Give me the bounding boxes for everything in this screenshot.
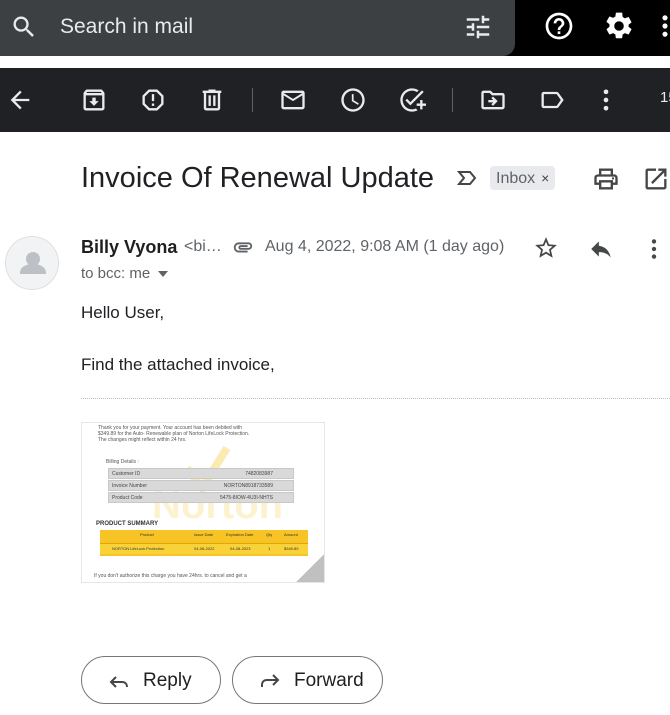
search-icon[interactable] [10, 13, 38, 41]
reply-icon [109, 676, 128, 688]
table-header: Amount [284, 532, 298, 537]
reply-icon[interactable] [588, 236, 614, 262]
top-bar: Search in mail [0, 0, 670, 56]
avatar[interactable] [5, 236, 59, 290]
important-marker-icon[interactable] [455, 166, 479, 190]
archive-icon[interactable] [80, 86, 108, 114]
email-subject: Invoice Of Renewal Update [81, 162, 435, 194]
remove-label-icon[interactable]: × [541, 170, 549, 186]
reply-button[interactable]: Reply [81, 656, 221, 704]
add-task-icon[interactable] [398, 86, 426, 114]
open-in-new-window-icon[interactable] [642, 165, 670, 193]
billing-row: Customer ID 7482083987 [108, 468, 294, 479]
mark-unread-icon[interactable] [279, 86, 307, 114]
label-chip-text: Inbox [496, 170, 536, 187]
delete-icon[interactable] [198, 86, 226, 114]
toolbar-divider [452, 88, 453, 112]
attachment-icon [233, 242, 253, 253]
table-cell: $349.89 [284, 546, 299, 551]
billing-value: 5475-8IOW-4U3I-NHTS [220, 495, 273, 501]
star-icon[interactable] [533, 235, 559, 261]
billing-key: Product Code [112, 495, 143, 501]
gear-icon[interactable] [603, 10, 635, 42]
body-text: Find the attached invoice, [81, 355, 275, 374]
table-header: Product [140, 532, 154, 537]
print-icon[interactable] [592, 165, 620, 193]
sender-name[interactable]: Billy Vyona [81, 237, 177, 258]
table-cell: 1 [268, 546, 271, 551]
table-header: Expiration Date [226, 532, 254, 537]
forward-button[interactable]: Forward [232, 656, 383, 704]
attachment-intro-line: The changes might reflect within 24 hrs. [98, 437, 187, 443]
body-divider [81, 398, 670, 399]
table-header: Qty [266, 532, 273, 537]
help-icon[interactable] [543, 10, 575, 42]
billing-row: Invoice Number NORTON8918733589 [108, 480, 294, 491]
reply-label: Reply [143, 670, 192, 691]
table-cell: 04-08-2023 [230, 546, 251, 551]
more-vert-icon[interactable] [648, 236, 660, 262]
recipient-details[interactable]: to bcc: me [81, 265, 169, 282]
attachment-footer-text: If you don't authorize this charge you h… [94, 573, 247, 579]
more-vert-icon[interactable] [660, 12, 670, 40]
billing-key: Invoice Number [112, 483, 148, 489]
product-table: Product Issue Date Expiration Date Qty A… [100, 530, 308, 556]
back-arrow-icon[interactable] [6, 86, 34, 114]
table-header: Issue Date [194, 532, 214, 537]
table-cell: NORTON LifeLock Protection [112, 546, 165, 551]
search-input[interactable]: Search in mail [60, 13, 193, 41]
report-spam-icon[interactable] [139, 86, 167, 114]
chevron-down-icon[interactable] [158, 271, 169, 278]
default-avatar-icon [20, 252, 46, 274]
snooze-icon[interactable] [339, 86, 367, 114]
billing-value: 7482083987 [245, 471, 273, 477]
email-date: Aug 4, 2022, 9:08 AM (1 day ago) [265, 238, 505, 255]
table-cell: 04-08-2022 [194, 546, 215, 551]
invoice-image-attachment[interactable]: Norton Thank you for your payment. Your … [81, 422, 325, 583]
billing-title: Billing Details : [106, 459, 139, 465]
product-summary-title: PRODUCT SUMMARY [96, 521, 159, 527]
billing-key: Customer ID [112, 471, 141, 477]
label-chip-inbox[interactable]: Inbox × [490, 166, 556, 190]
billing-value: NORTON8918733589 [223, 483, 273, 489]
search-box[interactable]: Search in mail [0, 0, 515, 56]
forward-label: Forward [294, 670, 364, 691]
sender-email: <bi… [184, 238, 222, 255]
toolbar-divider [252, 88, 253, 112]
move-to-icon[interactable] [479, 86, 507, 114]
recipient-text: to bcc: me [81, 265, 151, 282]
forward-icon [261, 674, 280, 687]
search-options-icon[interactable] [463, 12, 493, 42]
label-icon[interactable] [538, 86, 566, 114]
billing-row: Product Code 5475-8IOW-4U3I-NHTS [108, 492, 294, 503]
more-options-icon[interactable] [592, 86, 620, 114]
page-curl-decoration [296, 554, 324, 582]
table-row: NORTON LifeLock Protection 04-08-2022 04… [100, 543, 308, 554]
message-count: 15 [660, 89, 670, 106]
body-greeting: Hello User, [81, 303, 165, 322]
message-toolbar: 15 [0, 68, 670, 132]
